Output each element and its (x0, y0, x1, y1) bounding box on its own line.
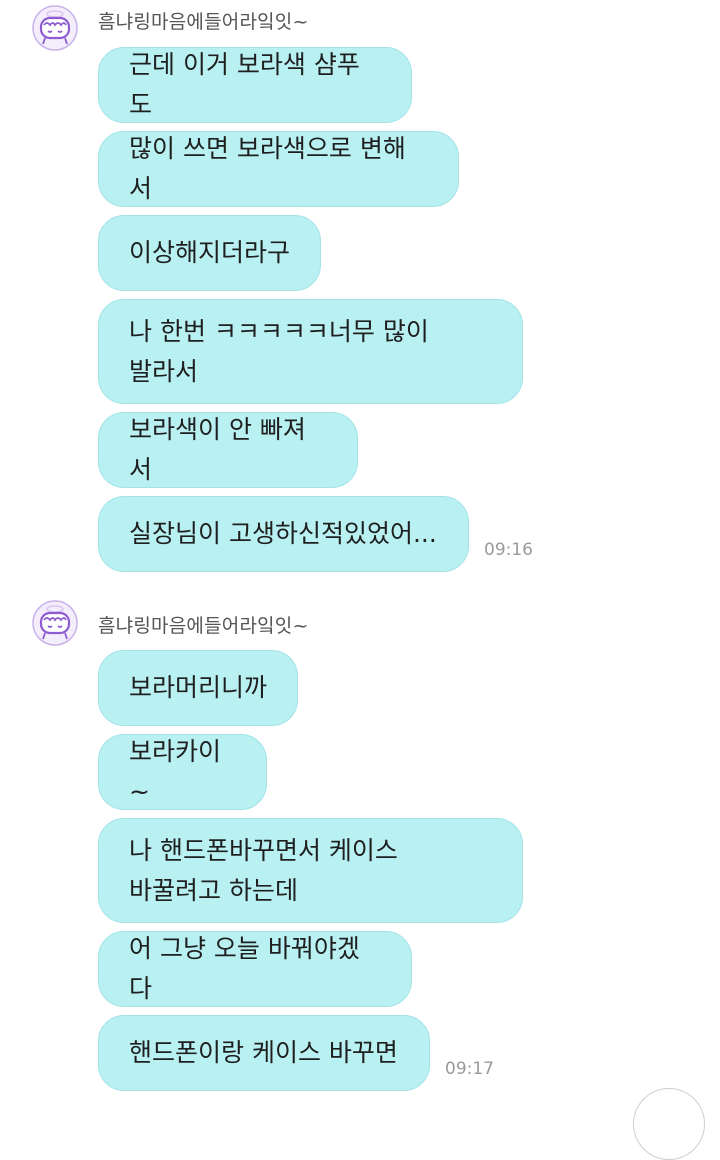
message-bubble[interactable]: 근데 이거 보라색 샴푸도 (98, 47, 412, 123)
sender-name: 흠냐링마음에들어라잌잇~ (98, 11, 309, 33)
message-bubble[interactable]: 보라카이~ (98, 734, 267, 810)
message-bubble[interactable]: 핸드폰이랑 케이스 바꾸면 (98, 1015, 430, 1091)
message-bubble[interactable]: 나 핸드폰바꾸면서 케이스 바꿀려고 하는데 (98, 818, 523, 923)
message-bubble[interactable]: 보라색이 안 빠져서 (98, 412, 358, 488)
sender-avatar-icon[interactable] (30, 3, 80, 53)
message-bubble[interactable]: 많이 쓰면 보라색으로 변해서 (98, 131, 459, 207)
message-bubble[interactable]: 보라머리니까 (98, 650, 298, 726)
message-bubble[interactable]: 나 한번 ㅋㅋㅋㅋㅋ너무 많이 발라서 (98, 299, 523, 404)
message-bubble[interactable]: 어 그냥 오늘 바꿔야겠다 (98, 931, 412, 1007)
next-avatar-icon (38, 1106, 62, 1115)
message-bubble[interactable]: 이상해지더라구 (98, 215, 321, 291)
message-timestamp: 09:17 (445, 1059, 494, 1079)
sender-avatar-icon[interactable] (30, 598, 80, 648)
message-bubble[interactable]: 실장님이 고생하신적있었어... (98, 496, 469, 572)
scroll-to-bottom-button[interactable] (633, 1088, 705, 1160)
chat-view: 흠냐링마음에들어라잌잇~ 근데 이거 보라색 샴푸도 많이 쓰면 보라색으로 변… (0, 0, 720, 1160)
sender-name: 흠냐링마음에들어라잌잇~ (98, 615, 309, 637)
message-timestamp: 09:16 (484, 540, 533, 560)
